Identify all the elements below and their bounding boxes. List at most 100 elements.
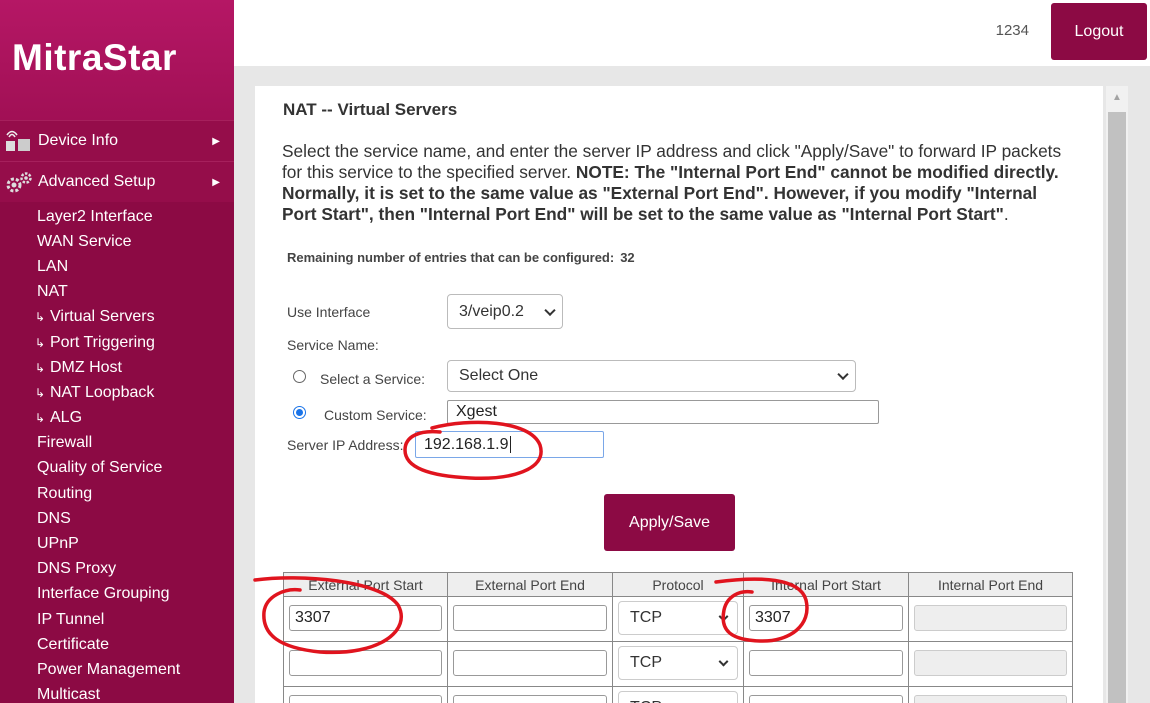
sidebar-item-label: Power Management: [37, 660, 181, 678]
table-cell: [908, 686, 1073, 703]
chevron-down-icon: [837, 368, 849, 381]
select-service-radio[interactable]: [293, 370, 306, 383]
table-header-row: External Port Start External Port End Pr…: [283, 572, 1073, 597]
sidebar-item[interactable]: Power Management: [0, 657, 234, 682]
sidebar-item-label: DNS Proxy: [37, 560, 117, 578]
sidebar-item[interactable]: Layer2 Interface: [0, 204, 234, 229]
col-header-internal-port-start: Internal Port Start: [743, 572, 909, 597]
service-select[interactable]: Select One: [447, 360, 856, 392]
menu-advanced-setup[interactable]: Advanced Setup ▶: [0, 161, 234, 202]
top-bar: 1234 Logout: [234, 0, 1150, 66]
internal-port-end-input: [914, 650, 1067, 676]
text-cursor: [509, 436, 511, 453]
sidebar-item[interactable]: ↳ Port Triggering: [0, 330, 234, 355]
sidebar-item-label: DNS: [37, 509, 71, 527]
use-interface-label: Use Interface: [287, 304, 371, 320]
server-ip-input[interactable]: 192.168.1.9: [415, 431, 604, 458]
external-port-end-input[interactable]: [453, 695, 607, 703]
scroll-up-arrow-icon[interactable]: ▲: [1106, 86, 1128, 108]
gears-icon: [0, 170, 38, 194]
protocol-select[interactable]: TCP: [618, 691, 738, 703]
protocol-select-value: TCP: [630, 699, 662, 703]
sub-arrow-icon: ↳: [35, 385, 46, 400]
internal-port-start-input[interactable]: [749, 650, 903, 676]
sidebar-item[interactable]: Routing: [0, 481, 234, 506]
device-info-icon: [0, 129, 38, 153]
table-cell: [743, 641, 909, 687]
internal-port-start-input[interactable]: 3307: [749, 605, 903, 631]
custom-service-value: Xgest: [456, 403, 497, 420]
sidebar-item[interactable]: NAT: [0, 280, 234, 305]
protocol-select-value: TCP: [630, 654, 662, 671]
external-port-start-input[interactable]: [289, 695, 442, 703]
sidebar-item-label: WAN Service: [37, 232, 132, 250]
table-cell: 3307: [743, 596, 909, 642]
custom-service-label: Custom Service:: [324, 407, 427, 423]
service-name-label: Service Name:: [287, 337, 379, 353]
server-ip-value: 192.168.1.9: [424, 435, 509, 453]
custom-service-radio[interactable]: [293, 406, 306, 419]
remaining-count: 32: [620, 250, 635, 265]
protocol-select[interactable]: TCP: [618, 646, 738, 680]
sidebar-item[interactable]: LAN: [0, 254, 234, 279]
protocol-select[interactable]: TCP: [618, 601, 738, 635]
internal-port-end-input: [914, 605, 1067, 631]
sidebar-item[interactable]: Multicast: [0, 683, 234, 703]
table-cell: 3307: [283, 596, 448, 642]
sidebar-item[interactable]: ↳ NAT Loopback: [0, 380, 234, 405]
sidebar-item[interactable]: Certificate: [0, 632, 234, 657]
table-cell: [283, 686, 448, 703]
main-content: NAT -- Virtual Servers Select the servic…: [255, 86, 1103, 703]
table-cell: TCP: [612, 596, 744, 642]
external-port-end-input[interactable]: [453, 605, 607, 631]
sidebar-item-label: UPnP: [37, 535, 79, 553]
external-port-start-input[interactable]: 3307: [289, 605, 442, 631]
sub-arrow-icon: ↳: [35, 360, 46, 375]
sidebar-item[interactable]: ↳ DMZ Host: [0, 355, 234, 380]
menu-advanced-setup-label: Advanced Setup: [38, 173, 156, 190]
sidebar-item[interactable]: Quality of Service: [0, 456, 234, 481]
sidebar-item[interactable]: ↳ Virtual Servers: [0, 305, 234, 330]
col-header-internal-port-end: Internal Port End: [908, 572, 1073, 597]
sidebar-item-label: DMZ Host: [50, 358, 122, 376]
sidebar-item[interactable]: UPnP: [0, 531, 234, 556]
sidebar-item[interactable]: DNS Proxy: [0, 557, 234, 582]
sub-arrow-icon: ↳: [35, 335, 46, 350]
remaining-label: Remaining number of entries that can be …: [287, 250, 615, 265]
chevron-down-icon: [718, 656, 729, 667]
table-cell: [743, 686, 909, 703]
menu-device-info[interactable]: Device Info ▶: [0, 120, 234, 161]
sidebar-item[interactable]: Firewall: [0, 431, 234, 456]
sidebar-item-label: Routing: [37, 484, 93, 502]
remaining-entries: Remaining number of entries that can be …: [287, 250, 635, 265]
sidebar-item-label: NAT Loopback: [50, 383, 155, 401]
use-interface-select[interactable]: 3/veip0.2: [447, 294, 563, 329]
internal-port-start-input[interactable]: [749, 695, 903, 703]
port-forward-table: External Port Start External Port End Pr…: [283, 572, 1073, 703]
custom-service-input[interactable]: Xgest: [447, 400, 879, 424]
sidebar-item[interactable]: DNS: [0, 506, 234, 531]
user-id: 1234: [995, 22, 1029, 39]
sidebar-item-label: IP Tunnel: [37, 610, 105, 628]
service-select-value: Select One: [459, 367, 539, 384]
vertical-scrollbar[interactable]: ▲: [1106, 86, 1128, 703]
scrollbar-thumb[interactable]: [1108, 112, 1126, 703]
sidebar: MitraStar Device Info ▶ Advanced Setup ▶…: [0, 0, 234, 703]
sidebar-item[interactable]: WAN Service: [0, 229, 234, 254]
apply-save-button[interactable]: Apply/Save: [604, 494, 735, 551]
external-port-start-input[interactable]: [289, 650, 442, 676]
table-cell: [447, 596, 613, 642]
sub-arrow-icon: ↳: [35, 310, 46, 325]
logout-button[interactable]: Logout: [1051, 3, 1147, 60]
sidebar-item[interactable]: Interface Grouping: [0, 582, 234, 607]
sidebar-item[interactable]: IP Tunnel: [0, 607, 234, 632]
table-row: TCP: [283, 641, 1073, 687]
select-service-label: Select a Service:: [320, 371, 426, 387]
sidebar-item-label: LAN: [37, 257, 69, 275]
use-interface-value: 3/veip0.2: [459, 302, 524, 320]
table-cell: TCP: [612, 686, 744, 703]
external-port-end-input[interactable]: [453, 650, 607, 676]
caret-right-icon: ▶: [212, 176, 220, 188]
sidebar-item[interactable]: ↳ ALG: [0, 406, 234, 431]
sidebar-item-label: Certificate: [37, 635, 110, 653]
